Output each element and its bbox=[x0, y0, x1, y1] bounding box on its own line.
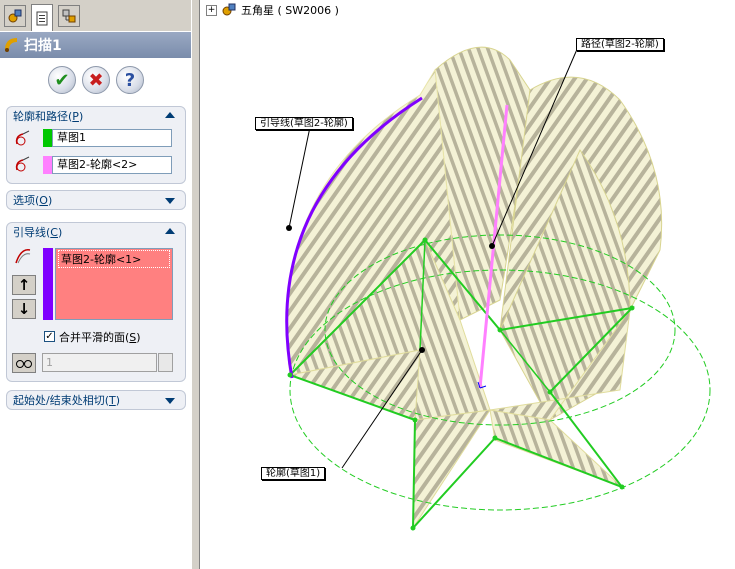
profile-path-heading[interactable]: 轮廓和路径(P) bbox=[13, 108, 83, 124]
arrow-up-icon: ↑ bbox=[17, 276, 31, 294]
path-color-swatch bbox=[43, 156, 52, 174]
panel-splitter[interactable] bbox=[191, 0, 200, 569]
profile-leader-dot bbox=[419, 347, 425, 353]
close-icon: ✖ bbox=[88, 69, 104, 91]
guide-curve-icon bbox=[15, 249, 31, 264]
feature-title: 扫描1 bbox=[24, 38, 62, 54]
guide-curves-list[interactable]: 草图2-轮廓<1> bbox=[55, 248, 173, 320]
guide-leader-dot bbox=[286, 225, 292, 231]
path-callout[interactable]: 路径(草图2-轮廓) bbox=[576, 38, 664, 51]
path-leader-dot bbox=[489, 243, 495, 249]
guide-curves-heading[interactable]: 引导线(C) bbox=[13, 224, 62, 240]
feature-manager-tab[interactable] bbox=[4, 5, 26, 27]
options-heading: 选项(O) bbox=[13, 194, 53, 207]
cancel-button[interactable]: ✖ bbox=[82, 66, 110, 94]
guide-callout[interactable]: 引导线(草图2-轮廓) bbox=[255, 117, 353, 130]
collapse-chevron-icon[interactable] bbox=[165, 112, 175, 118]
glasses-icon bbox=[16, 360, 32, 368]
tangency-group[interactable]: 起始处/结束处相切(T) bbox=[6, 390, 186, 410]
sweep-model-graphic bbox=[285, 46, 711, 531]
list-item[interactable]: 草图2-轮廓<1> bbox=[58, 250, 170, 268]
expand-chevron-icon[interactable] bbox=[165, 198, 175, 204]
feature-title-bar: 扫描1 bbox=[0, 32, 191, 58]
section-number-spinner bbox=[158, 353, 173, 372]
options-group[interactable]: 选项(O) bbox=[6, 190, 186, 210]
feature-tree-icon bbox=[8, 9, 22, 23]
profile-callout[interactable]: 轮廓(草图1) bbox=[261, 467, 326, 480]
sweep-face bbox=[489, 409, 623, 488]
move-down-button[interactable]: ↓ bbox=[12, 299, 36, 319]
show-sections-button[interactable] bbox=[12, 353, 36, 373]
property-manager-tab[interactable] bbox=[31, 4, 53, 31]
profile-field[interactable]: 草图1 bbox=[52, 129, 172, 147]
merge-smooth-faces-label: 合并平滑的面(S) bbox=[59, 331, 141, 344]
expand-chevron-icon[interactable] bbox=[165, 398, 175, 404]
tangency-heading: 起始处/结束处相切(T) bbox=[13, 394, 121, 407]
help-icon: ? bbox=[124, 69, 136, 91]
merge-smooth-faces-checkbox[interactable]: ✓ bbox=[44, 331, 55, 342]
path-field[interactable]: 草图2-轮廓<2> bbox=[52, 156, 172, 174]
configuration-icon bbox=[62, 9, 76, 23]
section-number-input: 1 bbox=[42, 353, 157, 372]
collapse-chevron-icon[interactable] bbox=[165, 228, 175, 234]
graphics-viewport[interactable]: + 五角星 ( SW2006 ) 路径(草图2-轮廓) 引导线(草图2-轮廓) … bbox=[200, 0, 735, 569]
property-manager-panel: 扫描1 ✔ ✖ ? 轮廓和路径(P) 草图1 草图2-轮廓<2> 选项(O) 引… bbox=[0, 0, 191, 569]
move-up-button[interactable]: ↑ bbox=[12, 275, 36, 295]
guide-color-swatch bbox=[43, 248, 53, 320]
action-buttons: ✔ ✖ ? bbox=[0, 64, 191, 96]
manager-tabs bbox=[0, 0, 191, 31]
property-sheet-icon bbox=[36, 11, 48, 26]
ok-button[interactable]: ✔ bbox=[48, 66, 76, 94]
sweep-face bbox=[412, 409, 492, 530]
path-selection-icon bbox=[15, 156, 30, 172]
profile-selection-icon bbox=[15, 130, 30, 146]
guide-leader-line bbox=[288, 126, 311, 229]
help-button[interactable]: ? bbox=[116, 66, 144, 94]
arrow-down-icon: ↓ bbox=[17, 300, 31, 318]
check-icon: ✔ bbox=[54, 69, 70, 91]
profile-color-swatch bbox=[43, 129, 52, 147]
sweep-feature-icon bbox=[5, 38, 18, 52]
configuration-manager-tab[interactable] bbox=[58, 5, 80, 27]
